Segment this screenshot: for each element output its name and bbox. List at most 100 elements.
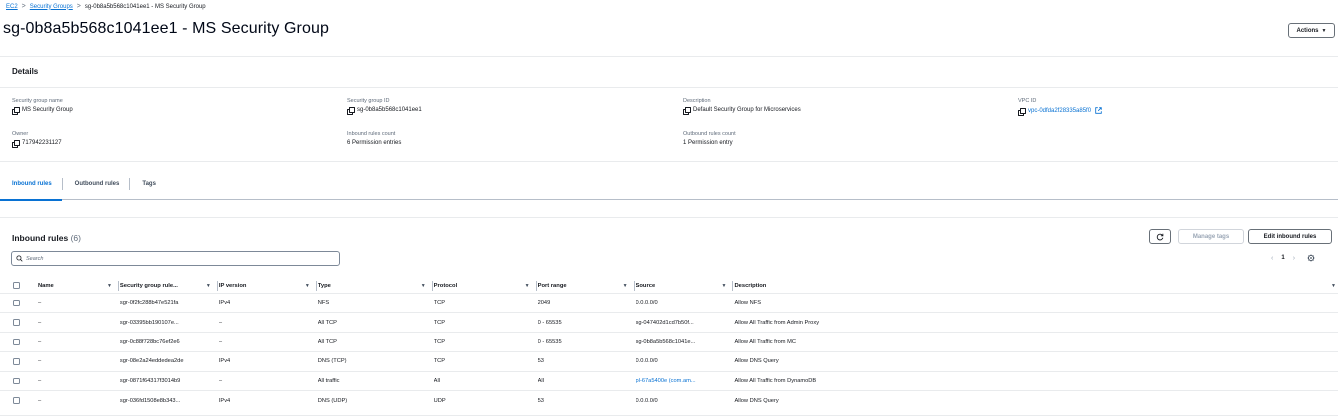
- actions-button[interactable]: Actions ▼: [1288, 23, 1335, 38]
- cell-protocol: TCP: [433, 319, 446, 326]
- row-checkbox[interactable]: [13, 338, 20, 346]
- sort-icon[interactable]: ▼: [421, 283, 426, 289]
- sort-icon[interactable]: ▼: [525, 283, 530, 289]
- header-rule-id[interactable]: Security group rule... ▼: [120, 278, 219, 293]
- external-link-icon[interactable]: [1095, 107, 1102, 114]
- detail-owner: Owner 717942231127: [12, 131, 62, 148]
- cell-ip-version: IPv4: [218, 300, 231, 307]
- detail-inbound-count: Inbound rules count 6 Permission entries: [347, 131, 401, 146]
- header-port-range[interactable]: Port range ▼: [538, 278, 636, 293]
- table-row[interactable]: – sgr-03395bb190107e... – All TCP TCP 0 …: [0, 313, 1338, 333]
- search-input[interactable]: [26, 255, 326, 262]
- header-source[interactable]: Source ▼: [636, 278, 735, 293]
- cell-rule-id: sgr-0c88f728bc76ef2e6: [119, 338, 180, 345]
- cell-source: sg-047402d1cd7b50f...: [635, 319, 694, 326]
- sort-icon[interactable]: ▼: [721, 283, 726, 289]
- column-label: Security group rule...: [119, 282, 178, 289]
- sort-icon[interactable]: ▼: [206, 283, 211, 289]
- header-name[interactable]: Name ▼: [38, 278, 120, 293]
- vpc-id-link[interactable]: vpc-0dfda2f28335a85f0: [1028, 108, 1091, 114]
- detail-label: Security group ID: [347, 98, 390, 104]
- pagination: ‹ 1 ›: [1271, 254, 1315, 262]
- column-label: IP version: [218, 282, 247, 289]
- source-prefix-list-link[interactable]: pl-67a5400e (com.am...: [636, 378, 696, 384]
- manage-tags-button[interactable]: Manage tags: [1178, 229, 1244, 244]
- detail-vpc-id: VPC ID vpc-0dfda2f28335a85f0: [1018, 98, 1102, 116]
- header-description[interactable]: Description ▼: [734, 278, 1338, 293]
- detail-sg-name: Security group name MS Security Group: [12, 98, 73, 115]
- select-all-checkbox[interactable]: [13, 282, 20, 289]
- inbound-rules-table: Name ▼ Security group rule... ▼ IP version…: [0, 278, 1338, 410]
- row-checkbox[interactable]: [13, 299, 20, 307]
- edit-inbound-rules-button[interactable]: Edit inbound rules: [1248, 229, 1332, 244]
- detail-label: Description: [683, 98, 711, 104]
- settings-icon[interactable]: [1307, 254, 1315, 262]
- tab-tags[interactable]: Tags: [130, 178, 166, 200]
- tab-inbound-rules[interactable]: Inbound rules: [0, 178, 62, 201]
- copy-icon[interactable]: [12, 107, 20, 115]
- table-row[interactable]: – sgr-036fd1508e8b343... IPv4 DNS (UDP) …: [0, 391, 1338, 410]
- column-label: Type: [317, 282, 331, 289]
- cell-source: 0.0.0.0/0: [635, 358, 658, 365]
- actions-button-label: Actions: [1296, 27, 1319, 34]
- cell-type: DNS (UDP): [317, 397, 348, 404]
- sort-icon[interactable]: ▼: [305, 283, 310, 289]
- copy-icon[interactable]: [12, 140, 20, 148]
- cell-name: –: [37, 377, 42, 384]
- cell-port-range: 0 - 65535: [537, 319, 562, 326]
- row-checkbox[interactable]: [13, 319, 20, 326]
- cell-rule-id: sgr-036fd1508e8b343...: [119, 397, 181, 404]
- sort-icon[interactable]: ▼: [623, 283, 628, 289]
- column-divider: [732, 281, 734, 291]
- column-label: Port range: [537, 282, 567, 289]
- table-row[interactable]: – sgr-0c88f728bc76ef2e6 – All TCP TCP 0 …: [0, 333, 1338, 353]
- detail-value: 1 Permission entry: [683, 140, 733, 146]
- cell-description: Allow DNS Query: [734, 358, 779, 365]
- cell-type: All traffic: [317, 377, 340, 384]
- chevron-right-icon[interactable]: ›: [1293, 255, 1295, 262]
- cell-rule-id: sgr-0871f64317f3014b9: [119, 377, 181, 384]
- row-checkbox[interactable]: [13, 358, 20, 365]
- row-checkbox[interactable]: [13, 377, 20, 384]
- details-divider: [0, 87, 1338, 88]
- sort-icon[interactable]: ▼: [1331, 283, 1336, 289]
- column-divider: [431, 281, 433, 291]
- header-protocol[interactable]: Protocol ▼: [434, 278, 538, 293]
- column-label: Description: [734, 282, 767, 289]
- page-title: sg-0b8a5b568c1041ee1 - MS Security Group: [3, 20, 329, 37]
- detail-label: Owner: [12, 131, 29, 137]
- cell-description: Allow All Traffic from MC: [734, 338, 796, 345]
- row-checkbox[interactable]: [13, 397, 20, 404]
- page-number[interactable]: 1: [1281, 255, 1284, 261]
- search-field[interactable]: [11, 251, 340, 266]
- breadcrumb-link-security-groups[interactable]: Security Groups: [30, 4, 73, 10]
- cell-port-range: 0 - 65535: [537, 338, 562, 345]
- table-row[interactable]: – sgr-08e2a24eddedea2de IPv4 DNS (TCP) T…: [0, 352, 1338, 372]
- copy-icon[interactable]: [347, 107, 355, 115]
- cell-ip-version: –: [218, 338, 223, 345]
- copy-icon[interactable]: [683, 107, 691, 115]
- cell-rule-id: sgr-0f2fc288b47e521fa: [119, 300, 179, 307]
- column-divider: [216, 281, 218, 291]
- cell-source: 0.0.0.0/0: [635, 300, 658, 307]
- chevron-left-icon[interactable]: ‹: [1271, 255, 1273, 262]
- detail-label: Security group name: [12, 98, 63, 104]
- breadcrumb-link-ec2[interactable]: EC2: [6, 4, 18, 10]
- table-row[interactable]: – sgr-0871f64317f3014b9 – All traffic Al…: [0, 372, 1338, 391]
- table-row[interactable]: – sgr-0f2fc288b47e521fa IPv4 NFS TCP 204…: [0, 294, 1338, 314]
- cell-ip-version: –: [218, 319, 223, 326]
- tab-outbound-rules[interactable]: Outbound rules: [63, 178, 130, 200]
- details-header: Details: [12, 67, 39, 76]
- cell-description: Allow NFS: [734, 300, 761, 307]
- cell-name: –: [37, 300, 42, 307]
- column-divider: [633, 281, 635, 291]
- sort-icon[interactable]: ▼: [107, 283, 112, 289]
- cell-name: –: [37, 397, 42, 404]
- tab-bar: Inbound rules Outbound rules Tags: [0, 178, 1338, 201]
- refresh-button[interactable]: [1149, 229, 1171, 244]
- cell-protocol: TCP: [433, 358, 446, 365]
- header-ip-version[interactable]: IP version ▼: [219, 278, 318, 293]
- header-type[interactable]: Type ▼: [318, 278, 434, 293]
- cell-description: Allow DNS Query: [734, 397, 779, 404]
- copy-icon[interactable]: [1018, 107, 1026, 116]
